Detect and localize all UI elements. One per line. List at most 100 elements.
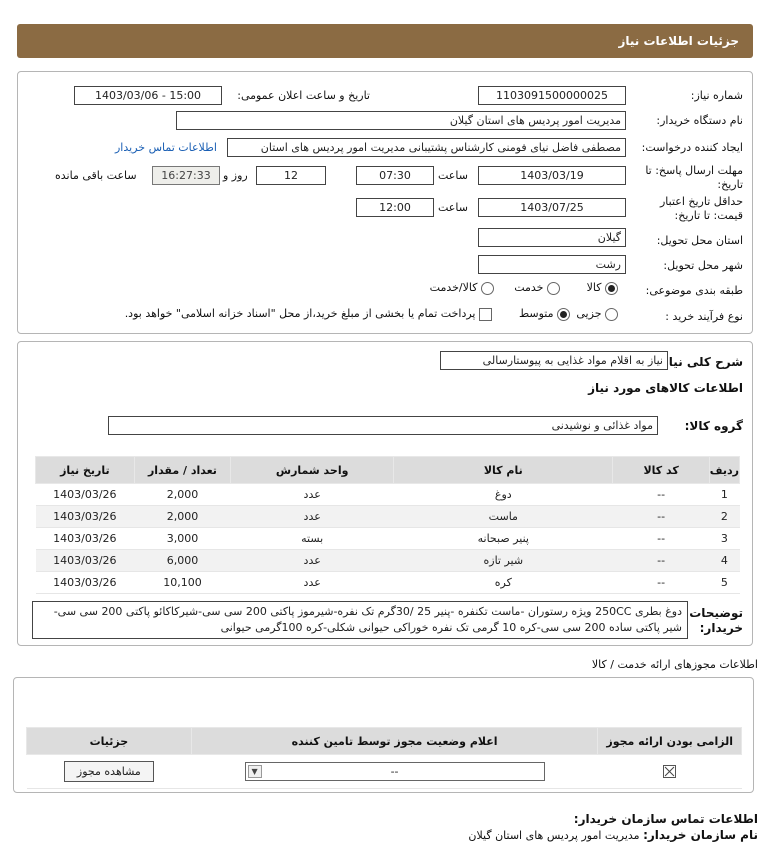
cell-qty: 6,000 bbox=[134, 549, 231, 572]
radio-empty-icon[interactable] bbox=[605, 307, 618, 321]
need-number-field: 1103091500000025 bbox=[478, 86, 626, 105]
cell-date: 1403/03/26 bbox=[35, 527, 135, 550]
cell-name: پنیر صبحانه bbox=[393, 527, 613, 550]
permits-col-status: اعلام وضعیت مجوز توسط تامین کننده bbox=[190, 727, 599, 755]
category-radio-goods[interactable]: کالا bbox=[587, 281, 618, 295]
process-label: نوع فرآیند خرید : bbox=[665, 310, 743, 323]
cell-date: 1403/03/26 bbox=[35, 505, 135, 528]
treasury-note: پرداخت تمام یا بخشی از مبلغ خرید،از محل … bbox=[124, 307, 476, 320]
creator-label: ایجاد کننده درخواست: bbox=[641, 141, 743, 154]
radio-selected-icon[interactable] bbox=[605, 281, 618, 295]
cell-code: -- bbox=[612, 505, 710, 528]
cell-code: -- bbox=[612, 483, 710, 506]
category-radio-service[interactable]: خدمت bbox=[514, 281, 560, 295]
contact-org-value: مدیریت امور پردیس های استان گیلان bbox=[468, 829, 640, 842]
deadline-time-field: 07:30 bbox=[356, 166, 434, 185]
contact-org-label: نام سازمان خریدار: bbox=[643, 828, 758, 842]
cell-name: دوغ bbox=[393, 483, 613, 506]
category-option-goods-service: کالا/خدمت bbox=[429, 281, 478, 294]
cell-unit: بسته bbox=[230, 527, 394, 550]
validity-time-label: ساعت bbox=[438, 201, 468, 214]
need-summary-field: نیاز به اقلام مواد غذایی به پیوستارسالی bbox=[440, 351, 668, 370]
buyer-contact-link[interactable]: اطلاعات تماس خریدار bbox=[115, 141, 217, 154]
cell-unit: عدد bbox=[230, 549, 394, 572]
table-row: 4 -- شیر تازه عدد 6,000 1403/03/26 bbox=[35, 549, 740, 572]
contact-org-row: نام سازمان خریدار: مدیریت امور پردیس های… bbox=[468, 828, 758, 842]
page-header: جزئیات اطلاعات نیاز bbox=[17, 24, 753, 58]
days-label: روز و bbox=[223, 169, 248, 182]
need-summary-label: شرح کلی نیاز: bbox=[657, 355, 743, 369]
col-header-qty: تعداد / مقدار bbox=[133, 456, 232, 484]
table-row: 5 -- کره عدد 10,100 1403/03/26 bbox=[35, 571, 740, 594]
cell-code: -- bbox=[612, 527, 710, 550]
category-option-service: خدمت bbox=[514, 281, 544, 294]
cell-idx: 2 bbox=[709, 505, 740, 528]
radio-empty-icon[interactable] bbox=[547, 281, 560, 295]
cell-qty: 10,100 bbox=[134, 571, 231, 594]
treasury-checkbox-row[interactable]: پرداخت تمام یا بخشی از مبلغ خرید،از محل … bbox=[125, 307, 492, 321]
table-row: 3 -- پنیر صبحانه بسته 3,000 1403/03/26 bbox=[35, 527, 740, 550]
goods-group-field: مواد غذائی و نوشیدنی bbox=[108, 416, 658, 435]
page-title: جزئیات اطلاعات نیاز bbox=[618, 34, 739, 48]
cell-code: -- bbox=[612, 571, 710, 594]
permits-table: الزامی بودن ارائه مجوز اعلام وضعیت مجوز … bbox=[26, 727, 742, 789]
cell-code: -- bbox=[612, 549, 710, 572]
table-row: 1 -- دوغ عدد 2,000 1403/03/26 bbox=[35, 483, 740, 506]
province-label: استان محل تحویل: bbox=[656, 234, 743, 247]
announce-field: 1403/03/06 - 15:00 bbox=[74, 86, 222, 105]
cell-unit: عدد bbox=[230, 505, 394, 528]
cell-name: کره bbox=[393, 571, 613, 594]
permits-table-wrap: الزامی بودن ارائه مجوز اعلام وضعیت مجوز … bbox=[26, 727, 742, 789]
city-label: شهر محل تحویل: bbox=[663, 259, 743, 272]
validity-date-field: 1403/07/25 bbox=[478, 198, 626, 217]
permits-title: اطلاعات مجوزهای ارائه خدمت / کالا bbox=[591, 658, 758, 671]
cross-box-icon bbox=[663, 765, 677, 779]
col-header-date: تاریخ نیاز bbox=[35, 456, 135, 484]
process-radio-medium[interactable]: متوسط bbox=[519, 307, 570, 321]
process-option-minor: جزیی bbox=[576, 307, 602, 320]
cell-date: 1403/03/26 bbox=[35, 549, 135, 572]
cell-unit: عدد bbox=[230, 571, 394, 594]
cell-idx: 3 bbox=[709, 527, 740, 550]
deadline-time-label: ساعت bbox=[438, 169, 468, 182]
city-field: رشت bbox=[478, 255, 626, 274]
creator-field: مصطفی فاضل نیای فومنی کارشناس پشتیبانی م… bbox=[227, 138, 626, 157]
permits-row: -- ▼ مشاهده مجوز bbox=[26, 754, 742, 789]
deadline-label-2: تاریخ: bbox=[717, 178, 743, 191]
col-header-name: نام کالا bbox=[393, 456, 614, 484]
buyer-notes-box: دوغ بطری 250CC ویژه رستوران -ماست تکنفره… bbox=[32, 601, 688, 639]
buyer-org-field: مدیریت امور پردیس های استان گیلان bbox=[176, 111, 626, 130]
cell-qty: 2,000 bbox=[134, 505, 231, 528]
dropdown-arrow-icon[interactable]: ▼ bbox=[247, 765, 262, 778]
remaining-time-field: 16:27:33 bbox=[152, 166, 220, 185]
radio-selected-icon[interactable] bbox=[557, 307, 570, 321]
cell-qty: 2,000 bbox=[134, 483, 231, 506]
category-radio-goods-service[interactable]: کالا/خدمت bbox=[430, 281, 494, 295]
cell-unit: عدد bbox=[230, 483, 394, 506]
buyer-notes-label-1: توضیحات bbox=[689, 606, 743, 620]
permits-status-cell: -- ▼ bbox=[191, 754, 598, 789]
goods-group-label: گروه کالا: bbox=[684, 419, 743, 433]
cell-idx: 4 bbox=[709, 549, 740, 572]
contact-title: اطلاعات تماس سازمان خریدار: bbox=[573, 812, 758, 826]
process-radio-minor[interactable]: جزیی bbox=[576, 307, 618, 321]
permit-status-select[interactable]: -- ▼ bbox=[244, 762, 545, 781]
radio-empty-icon[interactable] bbox=[481, 281, 494, 295]
category-label: طبقه بندی موضوعی: bbox=[645, 284, 743, 297]
announce-label: تاریخ و ساعت اعلان عمومی: bbox=[237, 89, 370, 102]
treasury-checkbox[interactable] bbox=[479, 307, 492, 321]
cell-name: ماست bbox=[393, 505, 613, 528]
permits-col-required: الزامی بودن ارائه مجوز bbox=[597, 727, 742, 755]
permits-col-details: جزئیات bbox=[26, 727, 192, 755]
cell-idx: 5 bbox=[709, 571, 740, 594]
days-field: 12 bbox=[256, 166, 326, 185]
cell-date: 1403/03/26 bbox=[35, 571, 135, 594]
buyer-notes-label-2: خریدار: bbox=[699, 621, 743, 635]
col-header-code: کد کالا bbox=[612, 456, 710, 484]
goods-table-wrap: ردیف کد کالا نام کالا واحد شمارش تعداد /… bbox=[35, 456, 741, 594]
col-header-row: ردیف bbox=[708, 456, 741, 484]
deadline-label-1: مهلت ارسال پاسخ: تا bbox=[645, 164, 743, 177]
validity-label-2: قیمت: تا تاریخ: bbox=[674, 209, 743, 222]
remaining-label: ساعت باقی مانده bbox=[55, 169, 137, 182]
view-permit-button[interactable]: مشاهده مجوز bbox=[63, 761, 154, 782]
